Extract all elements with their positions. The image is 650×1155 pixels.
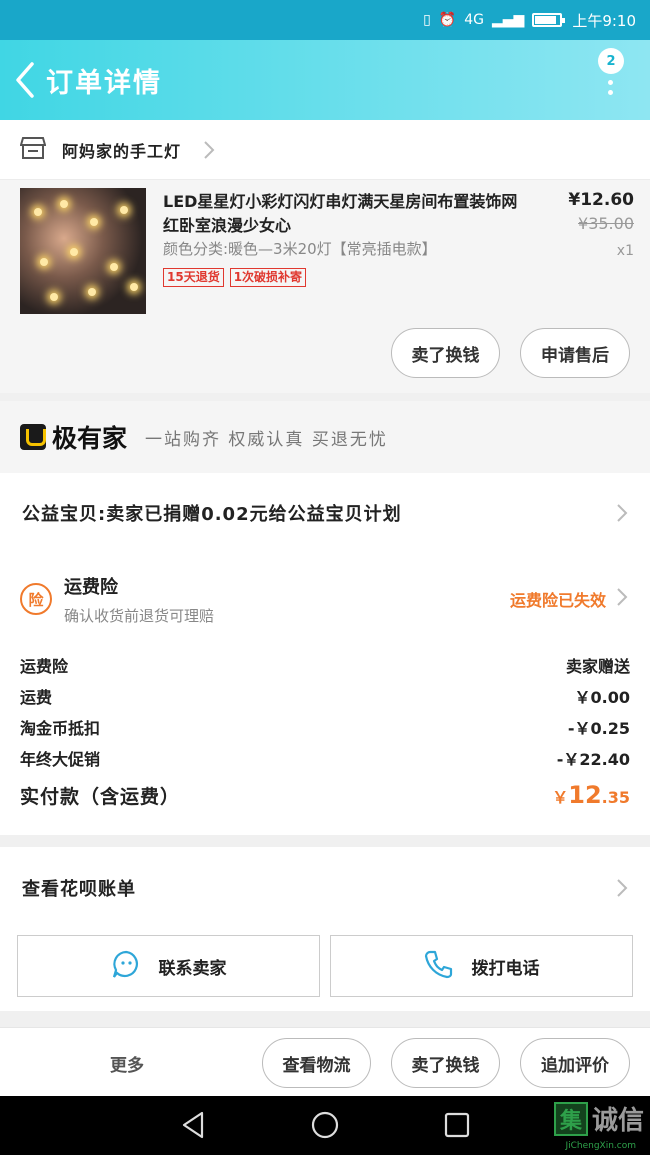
battery-icon <box>532 13 566 27</box>
product-image[interactable] <box>20 188 146 314</box>
more-dots-icon <box>608 80 614 100</box>
total-label: 实付款（含运费） <box>20 785 181 808</box>
order-info-card: 公益宝贝:卖家已捐赠0.02元给公益宝贝计划 险 运费险 确认收货前退货可理赔 … <box>0 473 650 835</box>
brand-logo-icon <box>20 424 46 450</box>
watermark-mark: 集 <box>553 1101 588 1136</box>
message-badge: 2 <box>598 48 624 74</box>
charity-text: 公益宝贝:卖家已捐赠0.02元给公益宝贝计划 <box>22 504 402 525</box>
insurance-icon: 险 <box>20 583 52 615</box>
nav-bar: 订单详情 2 <box>0 40 650 120</box>
chat-icon <box>111 949 141 984</box>
contact-seller-button[interactable]: 联系卖家 <box>17 935 320 997</box>
insurance-row[interactable]: 险 运费险 确认收货前退货可理赔 运费险已失效 <box>0 553 650 645</box>
quantity: x1 <box>616 243 634 259</box>
brand-logo: 极有家 <box>20 419 127 455</box>
signal-label: 4G <box>464 12 484 28</box>
fee-label: 年终大促销 <box>20 749 101 769</box>
price-original: ¥35.00 <box>578 214 634 233</box>
price-current: ¥12.60 <box>568 190 634 210</box>
shop-row[interactable]: 阿妈家的手工灯 <box>0 120 650 180</box>
add-review-button[interactable]: 追加评价 <box>520 1038 630 1088</box>
fee-value: -￥0.25 <box>567 718 630 738</box>
contact-seller-label: 联系卖家 <box>158 958 227 979</box>
brand-row[interactable]: 极有家 一站购齐 权威认真 买退无忧 <box>0 401 650 473</box>
resell-bottom-button[interactable]: 卖了换钱 <box>391 1038 500 1088</box>
insurance-subtitle: 确认收货前退货可理赔 <box>64 606 215 625</box>
fee-value: 卖家赠送 <box>565 656 630 676</box>
insurance-status-text: 运费险已失效 <box>509 591 606 610</box>
status-icons: ▯ ⏰ 4G ▂▄▆ <box>423 12 566 28</box>
total-currency: ￥ <box>552 788 569 807</box>
product-tags: 15天退货 1次破损补寄 <box>163 268 307 287</box>
fee-label: 淘金币抵扣 <box>20 718 101 738</box>
shop-name: 阿妈家的手工灯 <box>62 141 182 161</box>
page-title: 订单详情 <box>46 67 162 99</box>
fee-label: 运费 <box>20 687 53 707</box>
more-menu-button[interactable]: 2 <box>598 48 628 108</box>
back-icon[interactable] <box>14 61 40 99</box>
watermark-site: JiChengXin.com <box>565 1141 636 1151</box>
status-bar: ▯ ⏰ 4G ▂▄▆ 上午9:10 <box>0 0 650 40</box>
charity-row[interactable]: 公益宝贝:卖家已捐赠0.02元给公益宝贝计划 <box>0 473 650 553</box>
fee-row: 运费险 卖家赠送 <box>20 649 630 680</box>
fee-row: 运费 ￥0.00 <box>20 680 630 711</box>
tag-damage: 1次破损补寄 <box>229 268 307 287</box>
chevron-right-icon <box>616 587 628 611</box>
total-integer: 12 <box>568 781 602 809</box>
insurance-status: 运费险已失效 <box>510 587 628 611</box>
chevron-right-icon <box>203 140 215 160</box>
fee-row: 淘金币抵扣 -￥0.25 <box>20 711 630 742</box>
price-block: ¥12.60 ¥35.00 x1 <box>568 190 634 259</box>
bill-contact-card: 查看花呗账单 联系卖家 拨打电话 <box>0 847 650 1011</box>
huabei-bill-text: 查看花呗账单 <box>22 879 136 900</box>
more-button[interactable]: 更多 <box>110 1051 144 1076</box>
chevron-right-icon <box>616 503 628 523</box>
system-nav-bar: 集 诚信 JiChengXin.com <box>0 1096 650 1155</box>
product-title: LED星星灯小彩灯闪灯串灯满天星房间布置装饰网红卧室浪漫少女心 <box>163 192 518 235</box>
brand-slogan: 一站购齐 权威认真 买退无忧 <box>145 429 388 450</box>
contact-row: 联系卖家 拨打电话 <box>0 929 650 1011</box>
fee-value: ￥0.00 <box>574 687 630 707</box>
recents-nav-icon[interactable] <box>444 1112 470 1142</box>
back-nav-icon[interactable] <box>180 1111 206 1143</box>
call-label: 拨打电话 <box>471 958 540 979</box>
total-value: ￥12.35 <box>552 781 630 809</box>
bottom-action-bar: 更多 查看物流 卖了换钱 追加评价 <box>0 1027 650 1096</box>
insurance-title: 运费险 <box>64 576 118 598</box>
home-nav-icon[interactable] <box>311 1111 339 1143</box>
after-sale-button[interactable]: 申请售后 <box>520 328 630 378</box>
fee-value: -￥22.40 <box>556 749 630 769</box>
fee-row: 年终大促销 -￥22.40 <box>20 742 630 773</box>
watermark-name: 诚信 <box>591 1106 644 1136</box>
view-logistics-button[interactable]: 查看物流 <box>262 1038 371 1088</box>
phone-icon <box>424 949 454 984</box>
tag-return: 15天退货 <box>163 268 224 287</box>
fee-list: 运费险 卖家赠送 运费 ￥0.00 淘金币抵扣 -￥0.25 年终大促销 -￥2… <box>0 645 650 835</box>
store-icon <box>19 136 47 164</box>
product-item[interactable]: LED星星灯小彩灯闪灯串灯满天星房间布置装饰网红卧室浪漫少女心 颜色分类:暖色—… <box>0 180 650 393</box>
watermark-logo: 集 诚信 JiChengXin.com <box>553 1100 644 1151</box>
vibrate-icon: ▯ <box>423 12 431 28</box>
call-button[interactable]: 拨打电话 <box>330 935 633 997</box>
product-spec: 颜色分类:暖色—3米20灯【常亮插电款】 <box>163 240 437 258</box>
resell-button[interactable]: 卖了换钱 <box>391 328 500 378</box>
total-decimal: .35 <box>601 788 630 807</box>
brand-name: 极有家 <box>52 424 128 453</box>
fee-label: 运费险 <box>20 656 69 676</box>
huabei-bill-row[interactable]: 查看花呗账单 <box>0 847 650 929</box>
clock: 上午9:10 <box>572 11 636 30</box>
signal-icon: ▂▄▆ <box>492 12 525 28</box>
total-row: 实付款（含运费） ￥12.35 <box>20 775 630 815</box>
alarm-icon: ⏰ <box>438 12 457 28</box>
chevron-right-icon <box>616 878 628 898</box>
